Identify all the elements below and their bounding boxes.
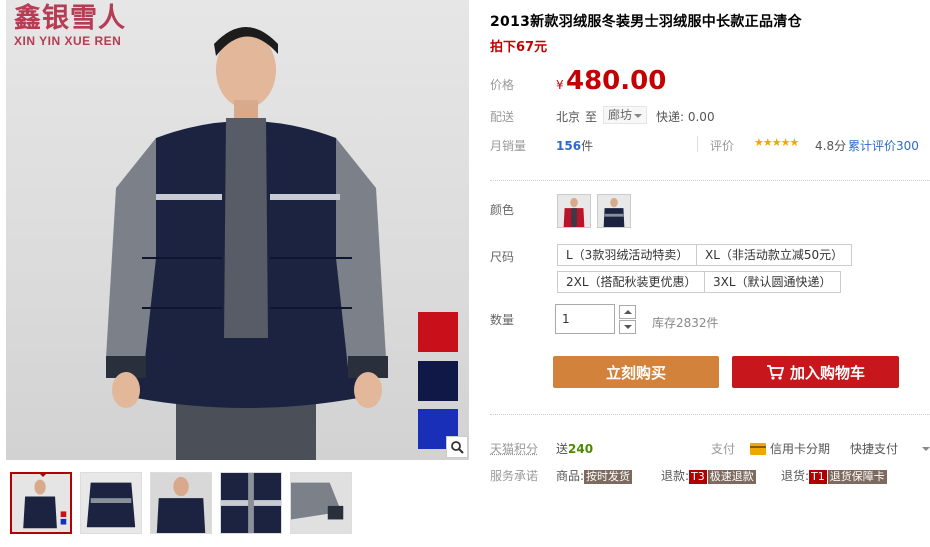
thumbnail-image <box>291 473 351 533</box>
thumbnail-image <box>81 473 141 533</box>
chevron-down-icon <box>634 114 642 122</box>
points-value: 240 <box>568 442 594 456</box>
swatch-navy <box>418 361 458 401</box>
credit-installment[interactable]: 信用卡分期 <box>750 440 830 457</box>
price-value: 480.00 <box>566 66 667 96</box>
size-label: 尺码 <box>490 250 515 264</box>
chevron-up-icon <box>623 306 632 314</box>
shipping-origin: 北京 <box>556 110 581 124</box>
service-label: 服务承诺 <box>490 469 539 483</box>
destination-select[interactable]: 廊坊 <box>603 106 647 124</box>
model-in-jacket-illustration <box>106 27 388 460</box>
destination-value: 廊坊 <box>608 108 633 122</box>
size-option-3xl[interactable]: 3XL（默认圆通快递） <box>704 271 841 293</box>
service-return: 退货: T1 退货保障卡 <box>781 467 887 484</box>
thumbnail-image <box>12 474 70 532</box>
rating-stars: ★★★★★ <box>754 136 799 149</box>
service-goods: 商品: 按时发货 <box>556 467 633 484</box>
thumbnail-1[interactable] <box>10 472 72 534</box>
quantity-decrement[interactable] <box>619 320 636 334</box>
color-red-jacket-image <box>558 195 590 227</box>
zoom-button[interactable] <box>446 436 468 458</box>
currency-symbol: ¥ <box>556 78 564 92</box>
return-code: T1 <box>809 470 827 484</box>
review-count-link[interactable]: 累计评价300 <box>848 137 919 154</box>
quantity-increment[interactable] <box>619 305 636 319</box>
service-refund: 退款: T3 极速退款 <box>661 467 756 484</box>
goods-label: 商品: <box>556 469 585 483</box>
express-fee: 快递: 0.00 <box>656 110 715 124</box>
shipping-to-word: 至 <box>585 110 598 124</box>
rating-score: 4.8分 <box>815 139 847 153</box>
promo-text: 拍下67元 <box>490 40 548 55</box>
points-value-wrap: 送240 <box>556 440 593 457</box>
buy-now-label: 立刻购买 <box>605 363 666 382</box>
cart-icon <box>766 365 784 380</box>
color-label: 颜色 <box>490 203 515 217</box>
color-navy-jacket-image <box>598 195 630 227</box>
buy-now-button[interactable]: 立刻购买 <box>553 356 719 388</box>
thumbnail-image <box>221 473 281 533</box>
quantity-input[interactable]: 1 <box>555 304 615 334</box>
size-option-l[interactable]: L（3款羽绒活动特卖） <box>557 244 698 266</box>
quick-pay[interactable]: 快捷支付 <box>850 440 898 457</box>
main-product-image[interactable]: 鑫银雪人 XIN YIN XUE REN <box>6 0 469 460</box>
points-label: 天猫积分 <box>490 442 539 456</box>
add-to-cart-button[interactable]: 加入购物车 <box>732 356 899 388</box>
chevron-down-icon[interactable] <box>922 447 930 455</box>
thumbnail-5[interactable] <box>290 472 352 534</box>
swatch-red <box>418 312 458 352</box>
price-label: 价格 <box>490 78 515 92</box>
thumbnail-image <box>151 473 211 533</box>
sales-label: 月销量 <box>490 139 527 153</box>
refund-tag: 极速退款 <box>707 470 756 484</box>
refund-code: T3 <box>689 470 707 484</box>
goods-tag: 按时发货 <box>584 470 633 484</box>
thumbnail-strip <box>10 472 360 534</box>
points-prefix: 送 <box>556 442 569 456</box>
credit-installment-label: 信用卡分期 <box>770 442 831 456</box>
divider <box>697 136 698 152</box>
rating-label: 评价 <box>710 139 735 153</box>
return-label: 退货: <box>781 469 810 483</box>
credit-card-icon <box>750 442 766 455</box>
product-title: 2013新款羽绒服冬装男士羽绒服中长款正品清仓 <box>490 14 802 30</box>
chevron-down-icon <box>623 325 632 333</box>
shipping-label: 配送 <box>490 110 515 124</box>
magnifier-icon <box>451 441 464 454</box>
color-option-red[interactable] <box>557 194 591 228</box>
color-option-navy[interactable] <box>597 194 631 228</box>
stock-text: 库存2832件 <box>652 316 719 330</box>
sales-count-wrap: 156件 <box>556 137 593 154</box>
refund-label: 退款: <box>661 469 690 483</box>
divider <box>490 180 930 181</box>
return-tag: 退货保障卡 <box>827 470 887 484</box>
size-option-xl[interactable]: XL（非活动款立减50元） <box>696 244 853 266</box>
thumbnail-4[interactable] <box>220 472 282 534</box>
sales-unit: 件 <box>581 139 594 153</box>
add-to-cart-label: 加入购物车 <box>789 363 865 382</box>
thumbnail-2[interactable] <box>80 472 142 534</box>
thumbnail-3[interactable] <box>150 472 212 534</box>
quantity-label: 数量 <box>490 313 515 327</box>
divider <box>490 414 930 415</box>
size-option-2xl[interactable]: 2XL（搭配秋装更优惠） <box>557 271 706 293</box>
payment-label: 支付 <box>711 442 736 456</box>
sales-count: 156 <box>556 139 582 153</box>
